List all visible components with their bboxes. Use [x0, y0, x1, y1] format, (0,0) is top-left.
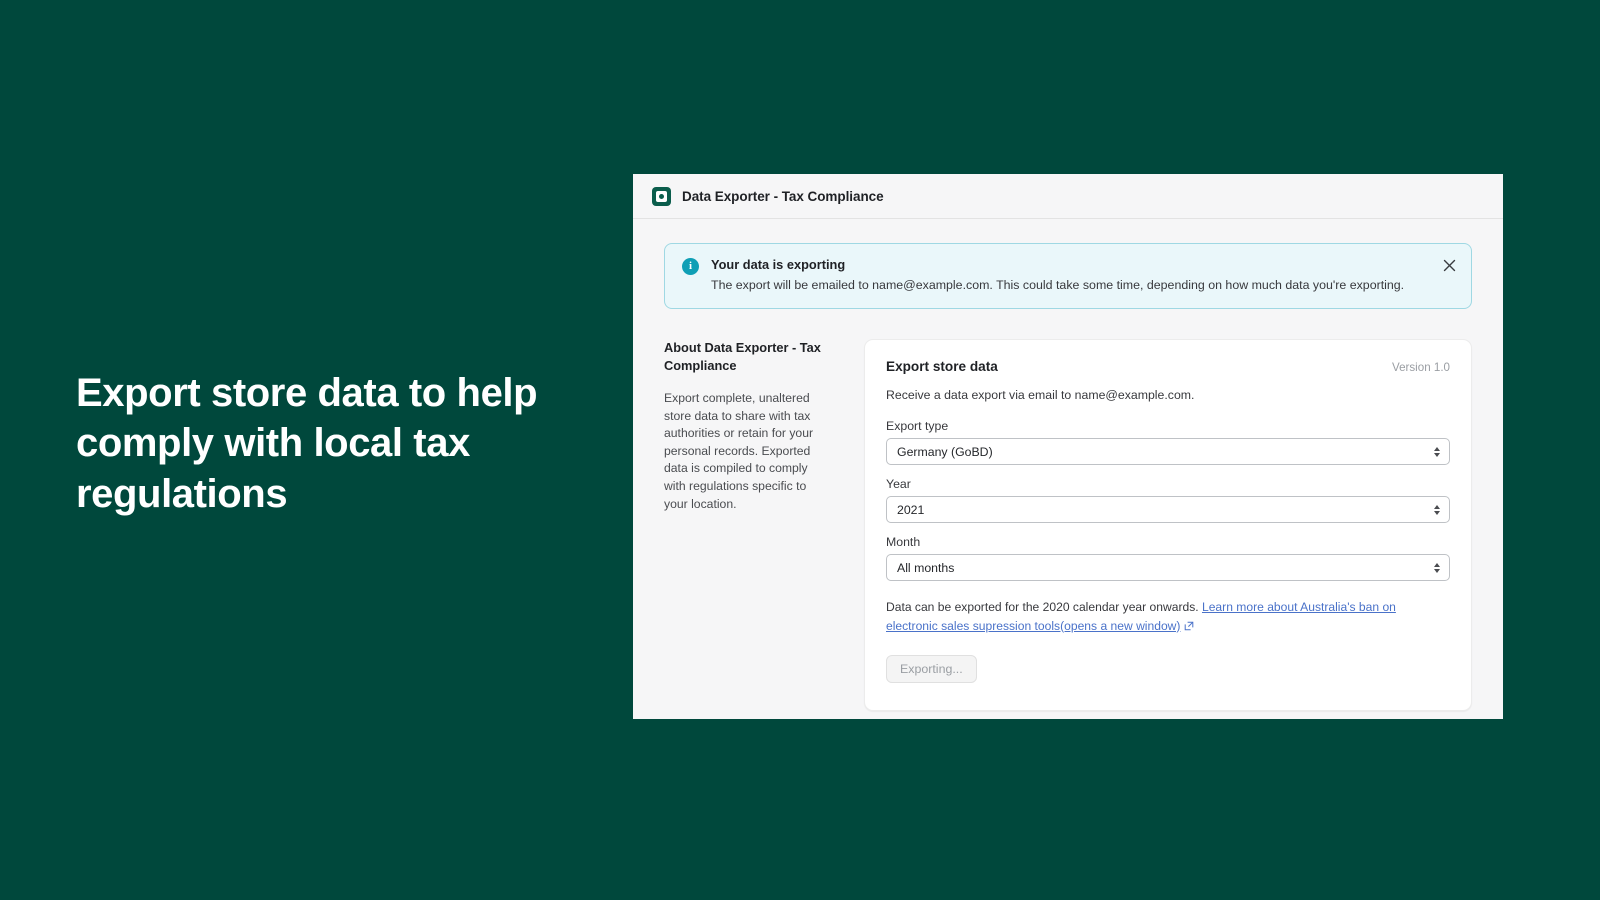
close-icon[interactable] [1439, 255, 1459, 275]
external-link-icon [1184, 618, 1194, 636]
banner-text: The export will be emailed to name@examp… [711, 278, 1405, 292]
helper-text: Data can be exported for the 2020 calend… [886, 598, 1450, 636]
export-submit-button[interactable]: Exporting... [886, 655, 977, 684]
select-export-type[interactable]: Germany (GoBD) [886, 438, 1450, 466]
export-status-banner: i Your data is exporting The export will… [664, 243, 1472, 310]
field-month: Month All months [886, 535, 1450, 582]
about-title: About Data Exporter - Tax Compliance [664, 340, 821, 373]
window-title: Data Exporter - Tax Compliance [682, 188, 884, 204]
chevron-updown-icon [1434, 504, 1440, 515]
helper-text-prefix: Data can be exported for the 2020 calend… [886, 600, 1202, 615]
select-month[interactable]: All months [886, 554, 1450, 582]
select-year-value: 2021 [897, 502, 925, 517]
export-card-column: Export store data Version 1.0 Receive a … [864, 339, 1472, 712]
label-year: Year [886, 477, 911, 492]
chevron-updown-icon [1434, 446, 1440, 457]
banner-content: Your data is exporting The export will b… [711, 257, 1455, 294]
card-subtitle: Receive a data export via email to name@… [886, 388, 1195, 403]
select-year[interactable]: 2021 [886, 496, 1450, 524]
content-columns: About Data Exporter - Tax Compliance Exp… [664, 339, 1472, 712]
banner-title: Your data is exporting [711, 257, 846, 272]
select-month-value: All months [897, 560, 955, 575]
window-header: Data Exporter - Tax Compliance [633, 174, 1503, 219]
about-section: About Data Exporter - Tax Compliance Exp… [664, 339, 864, 711]
data-exporter-app-icon [652, 186, 671, 206]
app-window: Data Exporter - Tax Compliance i Your da… [633, 174, 1503, 719]
field-export-type: Export type Germany (GoBD) [886, 419, 1450, 466]
version-label: Version 1.0 [1391, 361, 1450, 375]
marketing-headline: Export store data to help comply with lo… [76, 371, 538, 516]
export-store-data-card: Export store data Version 1.0 Receive a … [864, 339, 1472, 712]
about-description: Export complete, unaltered store data to… [664, 391, 814, 511]
select-export-type-value: Germany (GoBD) [897, 444, 993, 459]
info-icon: i [682, 258, 699, 275]
field-year: Year 2021 [886, 477, 1450, 524]
label-month: Month [886, 535, 921, 550]
chevron-updown-icon [1434, 562, 1440, 573]
card-title: Export store data [886, 359, 998, 375]
label-export-type: Export type [886, 419, 949, 434]
window-body: i Your data is exporting The export will… [633, 219, 1503, 712]
card-header: Export store data Version 1.0 [886, 359, 1450, 374]
